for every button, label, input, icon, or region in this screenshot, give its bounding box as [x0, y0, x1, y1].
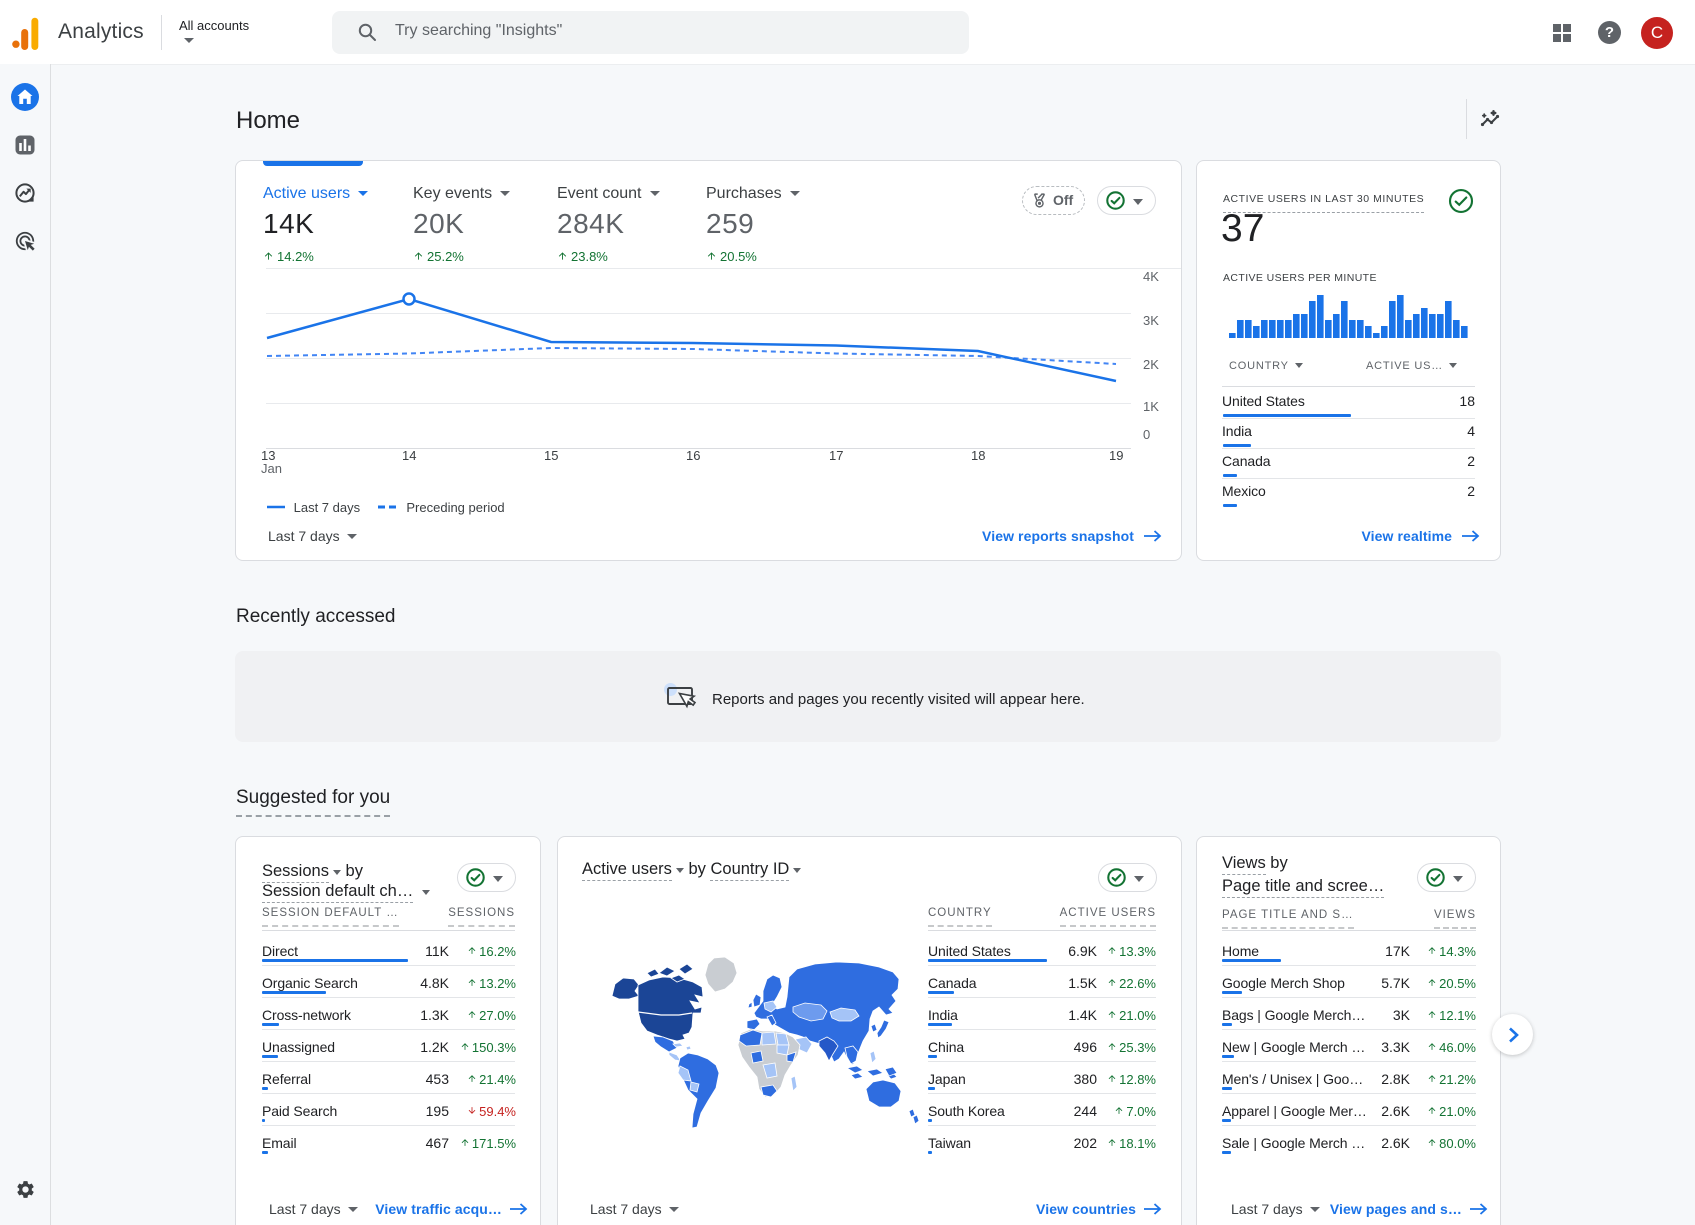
- svg-text:4K: 4K: [1143, 269, 1159, 284]
- svg-text:Jan: Jan: [261, 461, 282, 476]
- svg-text:18: 18: [971, 448, 985, 463]
- svg-text:14: 14: [402, 448, 416, 463]
- svg-text:0: 0: [1143, 427, 1150, 442]
- svg-text:17: 17: [829, 448, 843, 463]
- svg-text:1K: 1K: [1143, 399, 1159, 414]
- svg-text:15: 15: [544, 448, 558, 463]
- svg-text:19: 19: [1109, 448, 1123, 463]
- svg-text:16: 16: [686, 448, 700, 463]
- svg-text:3K: 3K: [1143, 313, 1159, 328]
- svg-text:2K: 2K: [1143, 357, 1159, 372]
